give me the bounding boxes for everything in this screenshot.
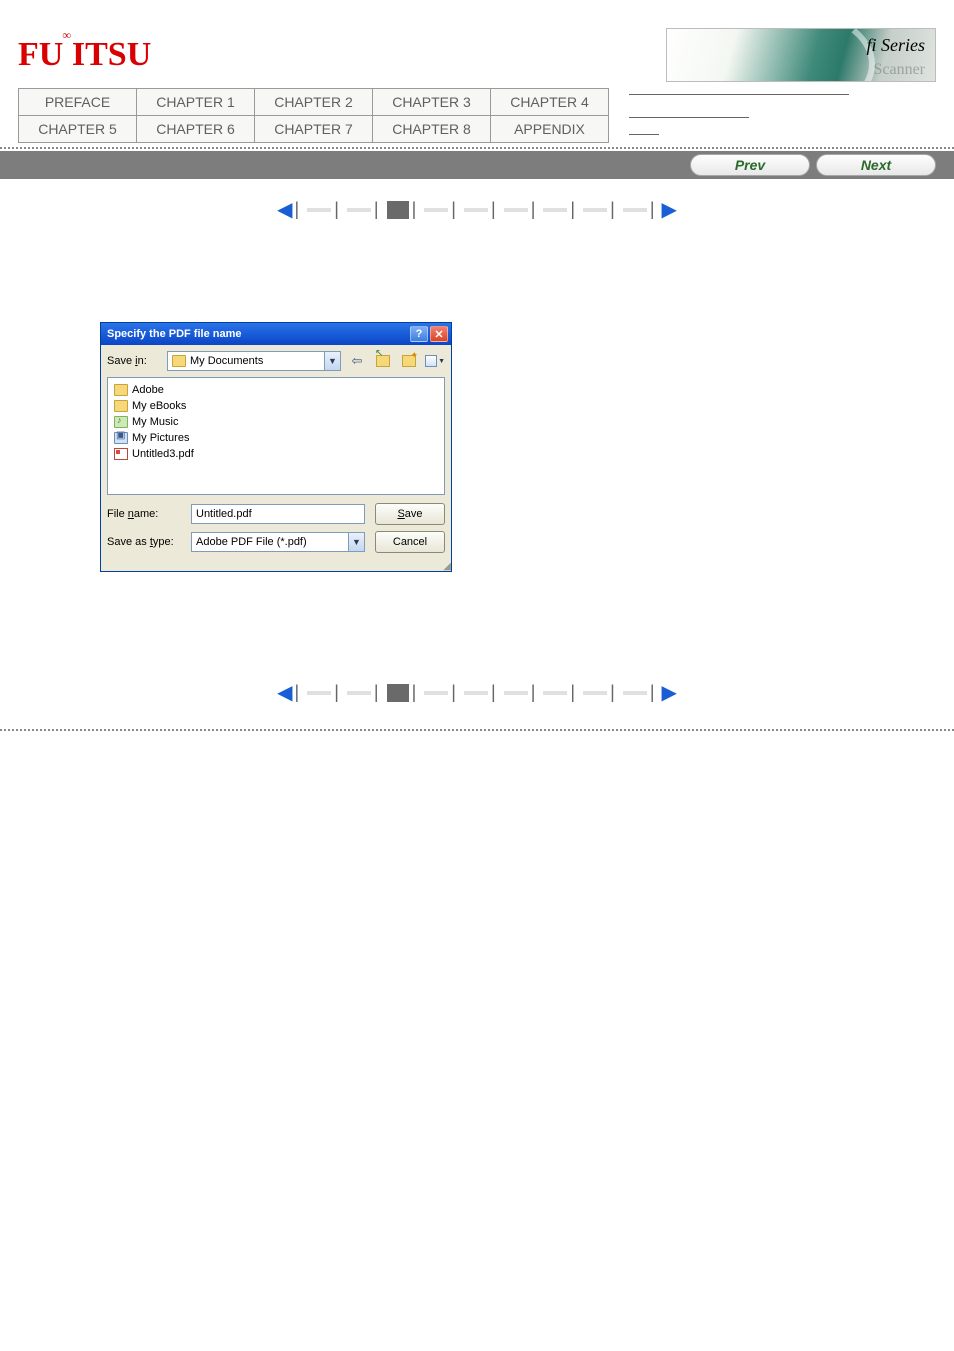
prev-button[interactable]: Prev [690,154,810,176]
pager-seg-5[interactable] [464,691,488,695]
logo-infinity-icon: ∞ [62,28,71,43]
list-item[interactable]: My eBooks [114,398,438,413]
dialog-title: Specify the PDF file name [107,328,408,340]
nav-chapter-7[interactable]: CHAPTER 7 [255,116,372,142]
pager-seg-4[interactable] [424,691,448,695]
list-item-label: My Pictures [132,432,189,444]
file-name-input[interactable]: Untitled.pdf [191,504,365,524]
titlebar-close-button[interactable]: ✕ [430,326,448,342]
pager-seg-5[interactable] [464,208,488,212]
pager-prev-icon[interactable]: ◀ [277,682,292,704]
save-in-combo[interactable]: My Documents ▼ [167,351,341,371]
pager-seg-8[interactable] [583,691,607,695]
list-item-label: My Music [132,416,178,428]
save-in-label: Save in: [107,355,161,367]
nav-trailing-lines [609,88,936,143]
nav-appendix[interactable]: APPENDIX [491,116,608,142]
dialog-titlebar[interactable]: Specify the PDF file name ? ✕ [101,323,451,345]
pager-top: ◀| | | | | | | | | | ▶ [0,179,954,242]
pager-prev-icon[interactable]: ◀ [277,199,292,221]
pager-seg-current[interactable] [387,684,409,702]
nav-chapter-3[interactable]: CHAPTER 3 [373,89,490,115]
titlebar-help-button[interactable]: ? [410,326,428,342]
folder-icon [114,384,128,396]
combo-dropdown-icon[interactable]: ▼ [324,352,340,370]
new-folder-icon[interactable] [399,351,419,371]
pager-bottom: ◀| | | | | | | | | | ▶ [0,662,954,725]
logo-text: FU∞ITSU [18,36,151,73]
file-name-value: Untitled.pdf [196,508,252,520]
folder-icon [172,355,186,367]
save-button[interactable]: Save [375,503,445,525]
save-as-type-select[interactable]: Adobe PDF File (*.pdf) ▼ [191,532,365,552]
pager-seg-2[interactable] [347,691,371,695]
back-icon[interactable]: ⇦ [347,351,367,371]
pager-seg-4[interactable] [424,208,448,212]
file-list[interactable]: Adobe My eBooks My Music My Pictures Unt… [107,377,445,495]
resize-grip-icon[interactable]: ◢ [101,561,451,571]
brand-logo: FU∞ITSU [18,36,151,74]
views-menu-icon[interactable]: ▼ [425,351,445,371]
pager-seg-1[interactable] [307,691,331,695]
pdf-file-icon [114,448,128,460]
list-item[interactable]: My Music [114,414,438,429]
pager-seg-1[interactable] [307,208,331,212]
save-as-type-label: Save as type: [107,536,181,548]
pager-seg-7[interactable] [543,691,567,695]
nav-chapter-6[interactable]: CHAPTER 6 [137,116,254,142]
list-item-label: Adobe [132,384,164,396]
nav-chapter-8[interactable]: CHAPTER 8 [373,116,490,142]
save-as-type-value: Adobe PDF File (*.pdf) [196,536,307,548]
music-folder-icon [114,416,128,428]
nav-chapter-5[interactable]: CHAPTER 5 [19,116,136,142]
list-item-label: Untitled3.pdf [132,448,194,460]
chapter-nav-table: PREFACE CHAPTER 1 CHAPTER 2 CHAPTER 3 CH… [18,88,609,143]
list-item[interactable]: Untitled3.pdf [114,446,438,461]
folder-icon [114,400,128,412]
file-name-label: File name: [107,508,181,520]
banner-swirl [715,28,875,82]
save-pdf-dialog: Specify the PDF file name ? ✕ Save in: M… [100,322,452,572]
list-item[interactable]: Adobe [114,382,438,397]
dotted-divider [0,729,954,731]
up-one-level-icon[interactable] [373,351,393,371]
cancel-button[interactable]: Cancel [375,531,445,553]
next-button[interactable]: Next [816,154,936,176]
dotted-divider [0,147,954,149]
nav-chapter-1[interactable]: CHAPTER 1 [137,89,254,115]
banner-series-text: fi Series [867,35,926,56]
nav-chapter-4[interactable]: CHAPTER 4 [491,89,608,115]
pager-seg-9[interactable] [623,691,647,695]
pager-seg-2[interactable] [347,208,371,212]
page-nav-bar: Prev Next [0,151,954,179]
pager-seg-8[interactable] [583,208,607,212]
nav-preface[interactable]: PREFACE [19,89,136,115]
pager-next-icon[interactable]: ▶ [662,682,677,704]
header-banner: fi Series Scanner [666,28,936,82]
list-item[interactable]: My Pictures [114,430,438,445]
pager-seg-6[interactable] [504,208,528,212]
banner-scanner-text: Scanner [873,61,925,79]
pager-seg-7[interactable] [543,208,567,212]
pager-seg-6[interactable] [504,691,528,695]
nav-chapter-2[interactable]: CHAPTER 2 [255,89,372,115]
pictures-folder-icon [114,432,128,444]
pager-seg-current[interactable] [387,201,409,219]
list-item-label: My eBooks [132,400,186,412]
select-dropdown-icon[interactable]: ▼ [348,533,364,551]
save-in-value: My Documents [190,355,324,367]
pager-seg-9[interactable] [623,208,647,212]
pager-next-icon[interactable]: ▶ [662,199,677,221]
